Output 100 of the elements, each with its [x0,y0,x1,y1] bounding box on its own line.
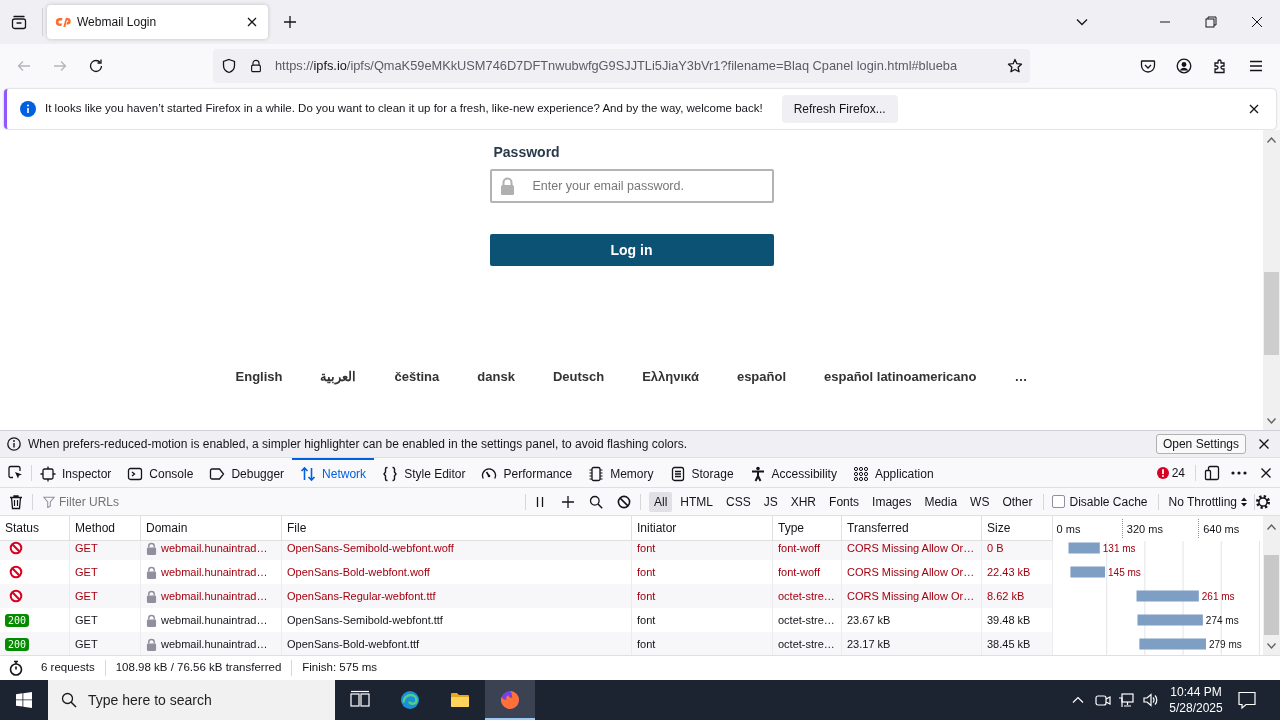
language-link[interactable]: English [235,370,283,384]
status-code-badge: 200 [5,637,30,651]
column-header[interactable]: Type [778,519,804,537]
login-button[interactable]: Log in [489,234,774,266]
scroll-down-icon[interactable] [1267,643,1276,649]
pouch-icon[interactable] [1140,58,1156,74]
scrollbar-thumb[interactable] [1264,272,1279,355]
filter-tab[interactable]: Fonts [824,491,865,512]
password-field[interactable]: Enter your email password. [489,169,774,203]
puzzle-icon[interactable] [1212,58,1228,74]
timing-bar [1137,614,1203,626]
monitor-icon[interactable] [1118,692,1134,708]
disable-cache-option[interactable]: Disable Cache [1052,492,1148,511]
speaker-icon[interactable] [1142,692,1158,708]
close-icon[interactable] [1258,438,1270,450]
restore-icon[interactable] [1205,16,1217,28]
close-icon[interactable] [1260,466,1272,479]
language-link[interactable]: español latinoamericano [824,370,977,384]
search-field[interactable]: Type here to search [48,680,335,720]
language-link[interactable]: dansk [477,370,515,384]
devtools-tab[interactable]: Console [119,458,202,487]
checkbox[interactable] [1052,495,1066,508]
filter-tab[interactable]: HTML [675,491,718,512]
camera-icon[interactable] [1095,692,1111,708]
language-link[interactable]: Deutsch [552,370,605,384]
error-count-button[interactable]: 24 [1156,463,1185,482]
firefox-view-icon[interactable] [11,14,27,30]
timing-label: 261 ms [1201,590,1235,602]
search-icon[interactable] [589,494,603,509]
start-icon[interactable] [16,692,32,708]
scroll-up-icon[interactable] [1267,524,1276,530]
filter-tab[interactable]: Images [867,491,917,512]
throttling-dropdown[interactable]: No Throttling [1168,492,1247,511]
menu-icon[interactable] [1248,58,1264,74]
close-icon[interactable] [1251,16,1263,28]
filter-tab[interactable]: Media [919,491,963,512]
filter-field[interactable]: Filter URLs [33,488,525,515]
star-icon[interactable] [1007,58,1023,74]
language-link[interactable]: čeština [394,370,440,384]
column-header[interactable]: File [287,519,307,537]
devtools-tab[interactable]: Style Editor [374,458,474,487]
timing-label: 279 ms [1208,638,1242,650]
taskbar-app[interactable] [485,680,535,720]
column-header[interactable]: Initiator [637,519,677,537]
filter-tab[interactable]: CSS [721,491,756,512]
column-header[interactable]: Method [75,519,116,537]
request-row[interactable]: GET webmail.hunaintrad… OpenSans-Semibold-webfont.woff font font-woff CORS Missing Allow Or… 0 B [0,541,1053,560]
language-link[interactable]: español [736,370,787,384]
reload-icon[interactable] [88,58,104,74]
column-header[interactable]: Status [5,519,40,537]
trash-icon[interactable] [8,493,24,510]
close-icon[interactable] [1248,103,1260,115]
pick-element-icon[interactable] [7,464,23,481]
request-row[interactable]: GET webmail.hunaintrad… OpenSans-Regular-webfont.ttf font octet-stre… CORS Missing Allow Or… 8.62 kB [0,584,1053,608]
table-cell-text: OpenSans-Semibold-webfont.woff [287,541,454,556]
notification-icon[interactable] [1237,690,1257,710]
column-header[interactable]: Transferred [847,519,909,537]
close-icon[interactable] [246,16,258,28]
refresh-firefox-button[interactable]: Refresh Firefox... [781,95,898,123]
devtools-tab[interactable]: Storage [661,458,742,487]
scrollbar-thumb[interactable] [1264,555,1279,635]
task-view-icon [350,690,370,710]
browser-tab[interactable]: Webmail Login [47,5,268,39]
search-icon [61,692,77,708]
axis-tick-label: 320 ms [1126,521,1163,536]
block-icon[interactable] [617,494,631,509]
devtools-tab[interactable]: Debugger [201,458,293,487]
table-cell-text: webmail.hunaintrad… [161,636,268,652]
request-row[interactable]: 200 GET webmail.hunaintrad… OpenSans-Bold-webfont.ttf font octet-stre… 23.17 kB 38.45 kB [0,632,1053,655]
account-icon[interactable] [1176,58,1192,74]
chevron-up-icon[interactable] [1072,694,1084,706]
more-languages-link[interactable]: … [1014,370,1028,384]
more-icon[interactable] [1231,470,1247,475]
language-link[interactable]: Ελληνικά [642,370,699,384]
filter-tab[interactable]: All [649,491,673,512]
filter-tab[interactable]: Other [997,491,1038,512]
language-link[interactable]: العربية [320,370,357,384]
pause-icon[interactable] [534,494,546,509]
devtools-tab[interactable]: Inspector [32,458,120,487]
filter-tab[interactable]: JS [758,491,783,512]
shield-icon[interactable] [221,58,237,74]
lock-icon[interactable] [249,58,263,74]
open-settings-button[interactable]: Open Settings [1155,434,1246,454]
column-header[interactable]: Domain [146,519,188,537]
plus-icon[interactable] [561,494,575,509]
devtools-tab[interactable]: Application [844,458,942,487]
devtools-tab[interactable]: Accessibility [741,458,845,487]
plus-icon[interactable] [283,15,297,29]
device-icon[interactable] [1204,464,1220,481]
devtools-tab[interactable]: Performance [473,458,581,487]
filter-tab[interactable]: XHR [785,491,822,512]
filter-tab[interactable]: WS [965,491,995,512]
scroll-down-icon[interactable] [1267,418,1276,424]
address-bar[interactable]: https://ipfs.io/ipfs/QmaK59eMKkUSM746D7DFTnwubwfgG9SJJTLi5JiaY3bVr1?filename=Blaq Cpanel login.html#blueba [213,49,1030,83]
column-header[interactable]: Size [987,519,1011,537]
scroll-up-icon[interactable] [1267,137,1276,143]
table-cell-text: 39.48 kB [987,612,1031,628]
settings-icon[interactable] [1255,493,1271,510]
table-cell-text: OpenSans-Regular-webfont.ttf [287,588,436,604]
devtools-tab[interactable]: Memory [580,458,662,487]
